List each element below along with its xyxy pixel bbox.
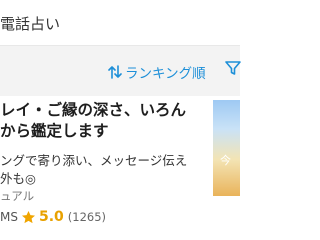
card-description-line: ングで寄り添い、メッセージ伝え (0, 153, 188, 168)
card-tag: ュアル (0, 189, 35, 203)
fortune-teller-thumbnail[interactable]: 今 (213, 100, 240, 196)
card-title-line: から鑑定します (0, 122, 109, 140)
card-title: レイ・ご縁の深さ、いろん から鑑定します (0, 100, 210, 142)
sort-bar: ランキング順 (0, 46, 243, 96)
filter-button[interactable] (225, 61, 243, 79)
fortune-teller-card[interactable]: レイ・ご縁の深さ、いろん から鑑定します ングで寄り添い、メッセージ伝え 外も◎… (0, 96, 240, 240)
thumbnail-label: 今 (220, 154, 231, 167)
review-count: (1265) (67, 210, 107, 224)
sort-arrows-icon (108, 64, 122, 80)
card-title-line: レイ・ご縁の深さ、いろん (0, 101, 187, 119)
star-icon (21, 210, 36, 225)
filter-icon (225, 60, 241, 80)
rating-prefix: MS (0, 210, 18, 224)
card-description: ングで寄り添い、メッセージ伝え 外も◎ (0, 152, 210, 188)
sort-order-label: ランキング順 (125, 66, 206, 82)
card-rating: MS 5.0 (1265) (0, 208, 106, 226)
card-description-line: 外も◎ (0, 171, 36, 186)
rating-score: 5.0 (38, 209, 64, 225)
page-title: 電話占い (0, 15, 61, 33)
sort-order-button[interactable]: ランキング順 (108, 63, 206, 82)
app-header: 電話占い (0, 0, 240, 44)
